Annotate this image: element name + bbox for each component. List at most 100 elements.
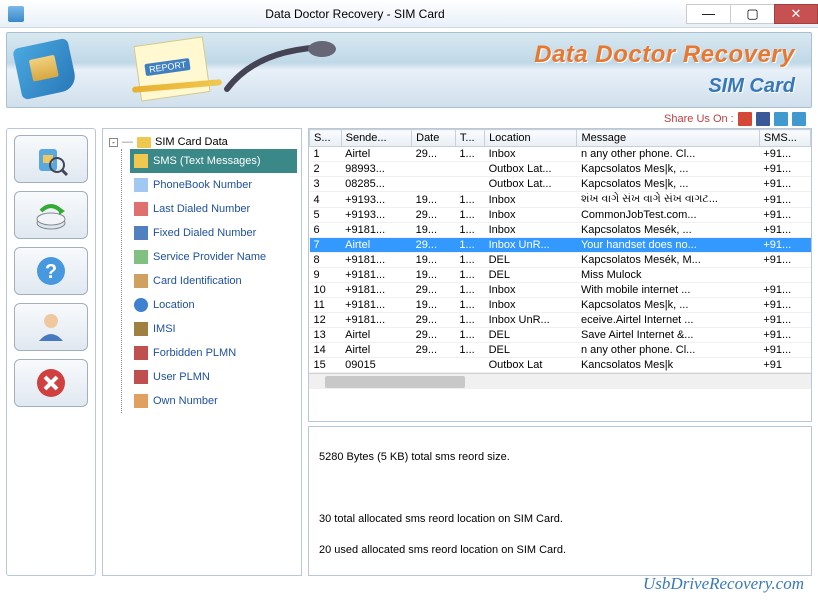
- tree-item-label: Card Identification: [153, 275, 242, 287]
- table-row[interactable]: 10+9181...29...1...InboxWith mobile inte…: [310, 283, 811, 298]
- folder-icon: [137, 137, 151, 148]
- tree-root-label: SIM Card Data: [155, 136, 228, 148]
- column-header[interactable]: Sende...: [341, 130, 412, 147]
- tree-item-label: User PLMN: [153, 371, 210, 383]
- details-used: 20 used allocated sms reord location on …: [319, 543, 801, 558]
- tree-item-10[interactable]: Own Number: [130, 389, 297, 413]
- table-cell: Airtel: [341, 328, 412, 343]
- tree-item-label: Service Provider Name: [153, 251, 266, 263]
- table-cell: +9181...: [341, 253, 412, 268]
- table-scroll[interactable]: S...Sende...DateT...LocationMessageSMS..…: [308, 128, 812, 422]
- horizontal-scrollbar[interactable]: [309, 373, 811, 389]
- column-header[interactable]: Location: [485, 130, 577, 147]
- tree-item-1[interactable]: PhoneBook Number: [130, 173, 297, 197]
- tree-item-label: IMSI: [153, 323, 176, 335]
- share-icon[interactable]: [792, 112, 806, 126]
- tree-item-8[interactable]: Forbidden PLMN: [130, 341, 297, 365]
- table-cell: +9181...: [341, 223, 412, 238]
- share-label: Share Us On :: [664, 113, 734, 125]
- table-cell: 8: [310, 253, 342, 268]
- table-row[interactable]: 4+9193...19...1...Inboxશંખ વાગે સંખ વાગે…: [310, 192, 811, 208]
- table-cell: +91...: [759, 177, 810, 192]
- sidebar: ?: [6, 128, 96, 576]
- table-cell: n any other phone. Cl...: [577, 343, 759, 358]
- close-button[interactable]: ✕: [774, 4, 818, 24]
- table-row[interactable]: 9+9181...19...1...DEL Miss Mulock: [310, 268, 811, 283]
- minimize-button[interactable]: —: [686, 4, 730, 24]
- search-sim-button[interactable]: [14, 135, 88, 183]
- column-header[interactable]: S...: [310, 130, 342, 147]
- table-row[interactable]: 298993...Outbox Lat...Kapcsolatos Mes|k,…: [310, 162, 811, 177]
- table-cell: +91...: [759, 147, 810, 162]
- table-row[interactable]: 7Airtel29...1...Inbox UnR...Your handset…: [310, 238, 811, 253]
- user-button[interactable]: [14, 303, 88, 351]
- dial-icon: [134, 202, 148, 216]
- table-cell: [455, 358, 484, 373]
- spn-icon: [134, 250, 148, 264]
- main-area: ? - — SIM Card Data SMS (Text Messages)P…: [0, 128, 818, 576]
- table-cell: 19...: [412, 268, 456, 283]
- tree-root-node[interactable]: - — SIM Card Data: [107, 135, 297, 149]
- tree-panel: - — SIM Card Data SMS (Text Messages)Pho…: [102, 128, 302, 576]
- table-cell: Save Airtel Internet &...: [577, 328, 759, 343]
- tree-item-0[interactable]: SMS (Text Messages): [130, 149, 297, 173]
- table-cell: 29...: [412, 147, 456, 162]
- sms-table: S...Sende...DateT...LocationMessageSMS..…: [309, 129, 811, 373]
- content-panel: S...Sende...DateT...LocationMessageSMS..…: [308, 128, 812, 576]
- svg-text:?: ?: [45, 261, 57, 283]
- help-button[interactable]: ?: [14, 247, 88, 295]
- table-cell: 19...: [412, 298, 456, 313]
- table-cell: DEL: [485, 328, 577, 343]
- table-cell: 1...: [455, 238, 484, 253]
- table-row[interactable]: 13Airtel29...1...DELSave Airtel Internet…: [310, 328, 811, 343]
- table-row[interactable]: 8+9181...19...1...DELKapcsolatos Mesék, …: [310, 253, 811, 268]
- table-row[interactable]: 1Airtel29...1...Inboxn any other phone. …: [310, 147, 811, 162]
- table-cell: DEL: [485, 253, 577, 268]
- sms-icon: [134, 154, 148, 168]
- table-row[interactable]: 12+9181...29...1...Inbox UnR...eceive.Ai…: [310, 313, 811, 328]
- table-cell: Kapcsolatos Mesék, ...: [577, 223, 759, 238]
- table-cell: eceive.Airtel Internet ...: [577, 313, 759, 328]
- exit-button[interactable]: [14, 359, 88, 407]
- tree-children: SMS (Text Messages)PhoneBook NumberLast …: [121, 149, 297, 413]
- titlebar: Data Doctor Recovery - SIM Card — ▢ ✕: [0, 0, 818, 28]
- table-cell: +91...: [759, 208, 810, 223]
- table-cell: Kapcsolatos Mesék, M...: [577, 253, 759, 268]
- tree-item-9[interactable]: User PLMN: [130, 365, 297, 389]
- table-cell: 9: [310, 268, 342, 283]
- tree-item-5[interactable]: Card Identification: [130, 269, 297, 293]
- maximize-button[interactable]: ▢: [730, 4, 774, 24]
- table-cell: 11: [310, 298, 342, 313]
- table-cell: CommonJobTest.com...: [577, 208, 759, 223]
- table-cell: +91...: [759, 253, 810, 268]
- table-row[interactable]: 6+9181...19...1...InboxKapcsolatos Mesék…: [310, 223, 811, 238]
- table-cell: 29...: [412, 208, 456, 223]
- table-cell: +9181...: [341, 283, 412, 298]
- table-cell: 29...: [412, 283, 456, 298]
- recover-button[interactable]: [14, 191, 88, 239]
- tree-item-2[interactable]: Last Dialed Number: [130, 197, 297, 221]
- column-header[interactable]: Message: [577, 130, 759, 147]
- column-header[interactable]: T...: [455, 130, 484, 147]
- tree-item-label: Own Number: [153, 395, 218, 407]
- tree-item-6[interactable]: Location: [130, 293, 297, 317]
- table-row[interactable]: 11+9181...19...1...InboxKapcsolatos Mes|…: [310, 298, 811, 313]
- column-header[interactable]: Date: [412, 130, 456, 147]
- tree-item-3[interactable]: Fixed Dialed Number: [130, 221, 297, 245]
- twitter-icon[interactable]: [774, 112, 788, 126]
- collapse-icon[interactable]: -: [109, 138, 118, 147]
- table-row[interactable]: 1509015Outbox LatKancsolatos Mes|k+91: [310, 358, 811, 373]
- table-row[interactable]: 14Airtel29...1...DELn any other phone. C…: [310, 343, 811, 358]
- table-cell: 1...: [455, 147, 484, 162]
- table-cell: [412, 162, 456, 177]
- facebook-icon[interactable]: [756, 112, 770, 126]
- column-header[interactable]: SMS...: [759, 130, 810, 147]
- table-cell: 1...: [455, 328, 484, 343]
- footer-link[interactable]: UsbDriveRecovery.com: [643, 574, 804, 594]
- tree-item-4[interactable]: Service Provider Name: [130, 245, 297, 269]
- table-row[interactable]: 308285...Outbox Lat...Kapcsolatos Mes|k,…: [310, 177, 811, 192]
- phone-icon: [134, 178, 148, 192]
- googleplus-icon[interactable]: [738, 112, 752, 126]
- tree-item-7[interactable]: IMSI: [130, 317, 297, 341]
- table-row[interactable]: 5+9193...29...1...InboxCommonJobTest.com…: [310, 208, 811, 223]
